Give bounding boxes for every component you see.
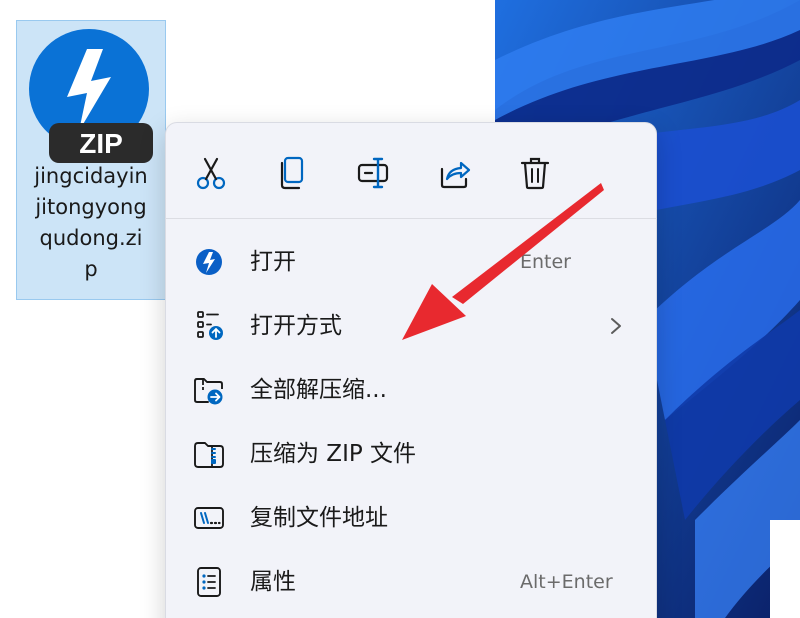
rename-button[interactable] bbox=[347, 149, 399, 197]
cut-icon bbox=[196, 157, 226, 190]
menu-item-label: 压缩为 ZIP 文件 bbox=[250, 441, 417, 467]
menu-item-label: 全部解压缩... bbox=[250, 377, 387, 403]
zip-badge-text: ZIP bbox=[79, 128, 123, 159]
context-menu: 打开 Enter 打开方式 全部解压缩... 压缩为 ZIP 文件 复制文件地址… bbox=[165, 122, 657, 618]
file-name-line: jingcidayin bbox=[34, 164, 148, 188]
context-menu-toolbar bbox=[166, 123, 656, 218]
chevron-right-icon bbox=[611, 318, 621, 334]
menu-item-shortcut: Enter bbox=[520, 251, 571, 273]
open-with-icon bbox=[192, 309, 226, 343]
delete-icon bbox=[520, 157, 550, 190]
file-name-line: qudong.zi bbox=[39, 226, 143, 250]
menu-item-extract-all[interactable]: 全部解压缩... bbox=[166, 361, 656, 417]
copy-path-icon bbox=[192, 501, 226, 535]
zip-file-icon: ZIP bbox=[29, 29, 153, 163]
menu-item-open[interactable]: 打开 Enter bbox=[166, 233, 656, 289]
properties-icon bbox=[192, 565, 226, 599]
compress-zip-icon bbox=[192, 437, 226, 471]
file-name: jingcidayin jitongyong qudong.zi p bbox=[17, 161, 165, 285]
copy-button[interactable] bbox=[266, 149, 318, 197]
menu-item-shortcut: Alt+Enter bbox=[520, 571, 613, 593]
cut-button[interactable] bbox=[185, 149, 237, 197]
menu-item-label: 复制文件地址 bbox=[250, 505, 388, 531]
menu-item-copy-path[interactable]: 复制文件地址 bbox=[166, 489, 656, 545]
copy-icon bbox=[280, 156, 304, 190]
file-name-line: jitongyong bbox=[35, 195, 147, 219]
menu-item-label: 打开方式 bbox=[250, 313, 342, 339]
rename-icon bbox=[357, 157, 389, 189]
menu-item-label: 打开 bbox=[250, 249, 296, 275]
share-icon bbox=[440, 161, 471, 189]
desktop-file-zip[interactable]: ZIP jingcidayin jitongyong qudong.zi p bbox=[16, 20, 166, 300]
menu-item-open-with[interactable]: 打开方式 bbox=[166, 297, 656, 353]
share-button[interactable] bbox=[428, 149, 480, 197]
menu-item-properties[interactable]: 属性 Alt+Enter bbox=[166, 553, 656, 609]
open-app-icon bbox=[192, 245, 226, 279]
extract-all-icon bbox=[192, 373, 226, 407]
menu-item-label: 属性 bbox=[250, 569, 296, 595]
delete-button[interactable] bbox=[509, 149, 561, 197]
menu-divider bbox=[166, 218, 656, 219]
file-name-line: p bbox=[84, 257, 98, 281]
menu-item-compress-zip[interactable]: 压缩为 ZIP 文件 bbox=[166, 425, 656, 481]
